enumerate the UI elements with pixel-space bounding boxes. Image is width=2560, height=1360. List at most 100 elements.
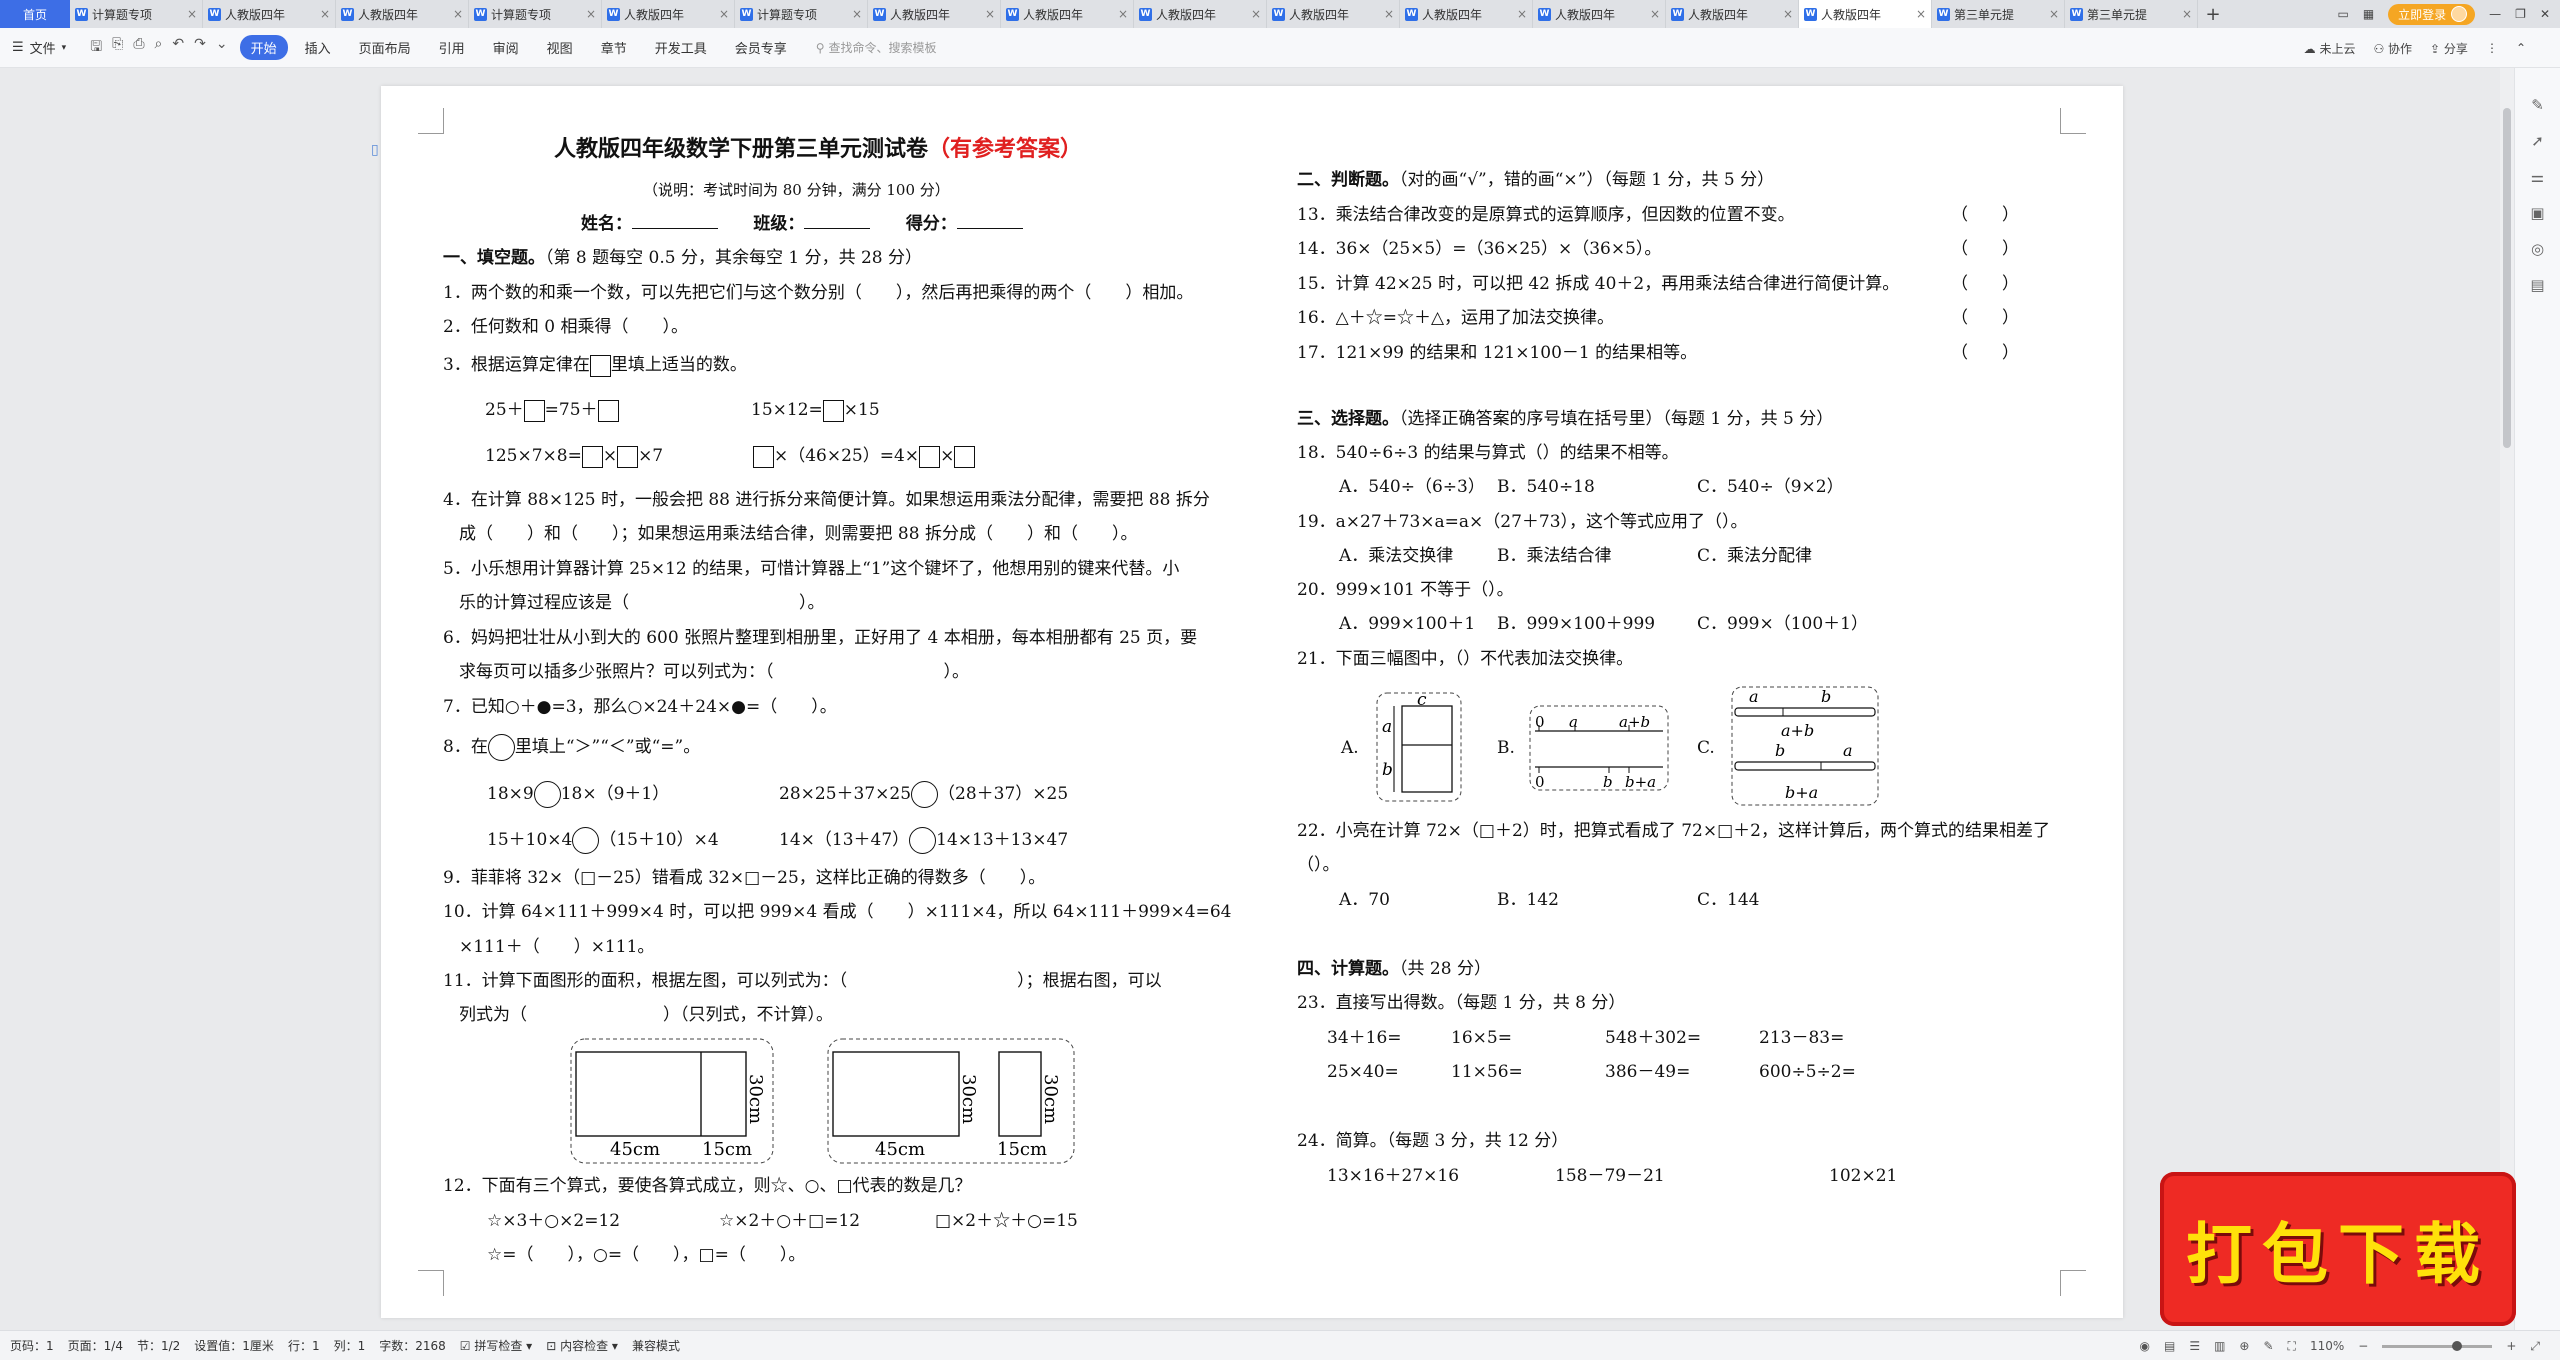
document-tab[interactable]: W 人教版四年 × (1799, 0, 1932, 28)
close-icon[interactable]: × (453, 7, 463, 21)
close-icon[interactable]: × (852, 7, 862, 21)
margin-corner-mark (418, 108, 444, 134)
document-tab[interactable]: W 人教版四年 × (1666, 0, 1799, 28)
grid-icon[interactable]: ▦ (2363, 7, 2374, 21)
close-icon[interactable]: × (1118, 7, 1128, 21)
ribbon-tab[interactable]: 开发工具 (644, 35, 718, 60)
document-tab[interactable]: W 人教版四年 × (1533, 0, 1666, 28)
tab-home[interactable]: 首页 (0, 0, 70, 28)
location-icon[interactable]: ◎ (2531, 240, 2544, 258)
zoom-slider-knob[interactable] (2452, 1340, 2463, 1351)
file-menu[interactable]: ☰ 文件 ▾ (0, 38, 78, 57)
content-check-toggle[interactable]: ⊡ 内容检查 ▾ (546, 1337, 618, 1354)
cloud-status[interactable]: ☁ 未上云 (2304, 40, 2356, 57)
cursor-icon[interactable]: ➚ (2531, 132, 2544, 150)
close-icon[interactable]: × (1251, 7, 1261, 21)
undo-icon[interactable]: ↶ (172, 36, 184, 60)
login-button[interactable]: 立即登录 (2388, 3, 2476, 25)
label-c: c (1417, 692, 1427, 710)
ribbon-tab[interactable]: 视图 (536, 35, 584, 60)
command-search[interactable]: ⚲ 查找命令、搜索模板 (816, 39, 937, 56)
ribbon-tab[interactable]: 审阅 (482, 35, 530, 60)
close-icon[interactable]: × (2049, 7, 2059, 21)
document-tab[interactable]: W 计算题专项 × (735, 0, 868, 28)
preview-icon[interactable]: ⌕ (155, 36, 163, 60)
close-icon[interactable]: × (1783, 7, 1793, 21)
wps-doc-icon: W (1671, 7, 1684, 21)
web-view-icon[interactable]: ⊕ (2239, 1339, 2249, 1353)
ribbon-tab[interactable]: 页面布局 (348, 35, 422, 60)
ribbon-tab[interactable]: 引用 (428, 35, 476, 60)
page-view-icon[interactable]: ▤ (2164, 1339, 2175, 1353)
book-icon[interactable]: ▤ (2530, 276, 2544, 294)
login-label: 立即登录 (2398, 7, 2447, 22)
close-icon[interactable]: × (985, 7, 995, 21)
scroll-thumb[interactable] (2503, 108, 2511, 448)
close-icon[interactable]: × (1384, 7, 1394, 21)
more-icon[interactable]: ⌄ (216, 36, 228, 60)
close-icon[interactable]: × (1916, 7, 1926, 21)
score-field[interactable] (956, 228, 1023, 229)
wps-doc-icon: W (1139, 7, 1152, 21)
document-tab[interactable]: W 人教版四年 × (336, 0, 469, 28)
share-button[interactable]: ⇪ 分享 (2430, 40, 2468, 57)
pen-icon[interactable]: ✎ (2531, 96, 2544, 114)
layout-icon[interactable]: ▭ (2337, 7, 2348, 21)
hamburger-icon: ☰ (12, 40, 24, 55)
close-icon[interactable]: × (2182, 7, 2192, 21)
image-icon[interactable]: ▣ (2530, 204, 2544, 222)
name-field[interactable] (632, 228, 718, 229)
eye-icon[interactable]: ◉ (2139, 1339, 2149, 1353)
zoom-level[interactable]: 110% (2310, 1339, 2344, 1353)
ribbon-tab[interactable]: 会员专享 (724, 35, 798, 60)
new-tab-button[interactable]: + (2198, 0, 2228, 28)
fit-page-icon[interactable]: ⛶ (2288, 1339, 2296, 1354)
fullscreen-icon[interactable]: ⤢ (2530, 1339, 2540, 1354)
outline-icon[interactable]: ☰ (2189, 1339, 2200, 1353)
zoom-out-icon[interactable]: − (2358, 1339, 2368, 1353)
close-icon[interactable]: × (586, 7, 596, 21)
document-tab[interactable]: W 人教版四年 × (868, 0, 1001, 28)
document-tab[interactable]: W 人教版四年 × (203, 0, 336, 28)
read-mode-icon[interactable]: ▥ (2214, 1339, 2225, 1353)
document-tab[interactable]: W 人教版四年 × (1001, 0, 1134, 28)
write-icon[interactable]: ✎ (2263, 1339, 2273, 1353)
more-icon[interactable]: ⋮ (2486, 41, 2498, 55)
close-icon[interactable]: × (320, 7, 330, 21)
document-tab[interactable]: W 人教版四年 × (1400, 0, 1533, 28)
minimize-icon[interactable]: — (2489, 7, 2501, 21)
document-tab[interactable]: W 第三单元提 × (2065, 0, 2198, 28)
download-promo-badge[interactable]: 打包下载 (2160, 1172, 2516, 1326)
status-col: 列：1 (333, 1339, 366, 1353)
print-icon[interactable]: ⎙ (133, 36, 144, 60)
class-field[interactable] (804, 228, 871, 229)
zoom-slider[interactable] (2382, 1340, 2493, 1351)
close-icon[interactable]: × (1517, 7, 1527, 21)
document-tab[interactable]: W 人教版四年 × (1134, 0, 1267, 28)
ribbon-tab[interactable]: 章节 (590, 35, 638, 60)
close-icon[interactable]: × (1650, 7, 1660, 21)
export-icon[interactable]: ⎘ (112, 36, 123, 60)
save-icon[interactable]: 🖫 (90, 36, 102, 60)
close-icon[interactable]: × (719, 7, 729, 21)
status-words[interactable]: 字数：2168 (379, 1337, 446, 1354)
status-pages[interactable]: 页面：1/4 (68, 1337, 123, 1354)
zoom-in-icon[interactable]: + (2506, 1339, 2516, 1353)
adjust-icon[interactable]: ⚌ (2531, 168, 2544, 186)
close-icon[interactable]: ✕ (2540, 7, 2550, 21)
chevron-up-icon[interactable]: ⌃ (2516, 41, 2526, 55)
document-tab[interactable]: W 计算题专项 × (70, 0, 203, 28)
ribbon-tab[interactable]: 插入 (294, 35, 342, 60)
redo-icon[interactable]: ↷ (194, 36, 206, 60)
document-page[interactable]: ▯ 人教版四年级数学下册第三单元测试卷（有参考答案） （说明：考试时间为 80 … (371, 86, 2123, 1318)
collab-button[interactable]: ⚇ 协作 (2373, 40, 2412, 57)
close-icon[interactable]: × (187, 7, 197, 21)
document-tab[interactable]: W 人教版四年 × (1267, 0, 1400, 28)
spell-check-toggle[interactable]: ☑ 拼写检查 ▾ (460, 1337, 532, 1354)
restore-icon[interactable]: ❐ (2515, 7, 2526, 21)
vertical-scrollbar[interactable] (2500, 68, 2514, 1330)
document-tab[interactable]: W 计算题专项 × (469, 0, 602, 28)
document-tab[interactable]: W 人教版四年 × (602, 0, 735, 28)
ribbon-tab[interactable]: 开始 (239, 35, 288, 60)
document-tab[interactable]: W 第三单元提 × (1932, 0, 2065, 28)
